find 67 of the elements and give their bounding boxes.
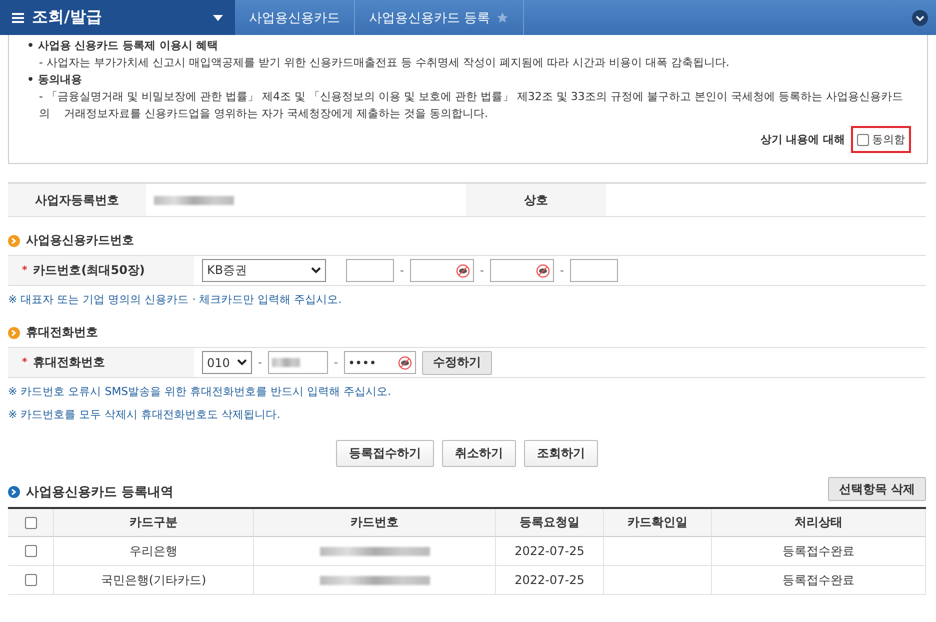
delete-selected-button[interactable]: 선택항목 삭제 bbox=[828, 477, 926, 501]
card-number-field[interactable] bbox=[570, 259, 618, 282]
column-header: 카드확인일 bbox=[604, 509, 712, 537]
card-number-field[interactable] bbox=[490, 259, 554, 282]
phone-prefix-select[interactable]: 010 bbox=[202, 351, 252, 374]
separator: - bbox=[560, 264, 564, 277]
breadcrumb-link[interactable]: 사업용신용카드 등록 bbox=[355, 0, 524, 35]
separator: - bbox=[480, 264, 484, 277]
phone-middle-field[interactable] bbox=[268, 351, 328, 374]
form-label: 카드번호(최대50장) bbox=[33, 262, 145, 279]
table-cell: 2022-07-25 bbox=[496, 566, 604, 595]
hidden-eye-icon[interactable] bbox=[398, 356, 412, 370]
card-company-select[interactable]: KB증권 bbox=[202, 259, 326, 282]
menu-icon[interactable] bbox=[12, 12, 24, 22]
select-all-checkbox[interactable] bbox=[24, 516, 36, 528]
row-checkbox[interactable] bbox=[24, 545, 36, 557]
agree-checkbox[interactable]: 동의함 bbox=[851, 126, 911, 153]
table-cell: 등록접수완료 bbox=[712, 537, 926, 566]
agree-prompt: 상기 내용에 대해 bbox=[760, 132, 845, 148]
notice-text: - 「금융실명거래 및 비밀보장에 관한 법률」 제4조 및 「신용정보의 이용 및 보호에 관한 법률」 제32조 및 33조의 규정에 불구하고 본인이 국세청에 등록하는 사업용신용카드의 거래정보자료를 신용카드업을 영위하는 자가 국세청장에게 제출하는 것을 동의합니다. bbox=[38, 89, 904, 122]
required-mark: * bbox=[22, 357, 28, 368]
action-button[interactable]: 조회하기 bbox=[524, 440, 598, 467]
section-bullet-icon bbox=[8, 326, 20, 338]
card-number-field[interactable] bbox=[410, 259, 474, 282]
help-note: ※ 카드번호 오류시 SMS발송을 위한 휴대전화번호를 반드시 입력해 주십시오. bbox=[8, 384, 392, 400]
column-header: 카드번호 bbox=[254, 509, 496, 537]
phone-last-field[interactable]: •••• bbox=[344, 351, 416, 374]
dropdown-caret-icon[interactable] bbox=[213, 14, 223, 20]
breadcrumb-link[interactable]: 사업용신용카드 bbox=[235, 0, 355, 35]
required-mark: * bbox=[22, 265, 28, 276]
caret-icon bbox=[237, 359, 247, 366]
help-note: ※ 카드번호를 모두 삭제시 휴대전화번호도 삭제됩니다. bbox=[8, 407, 282, 423]
table-cell: 등록접수완료 bbox=[712, 566, 926, 595]
help-note: ※ 대표자 또는 기업 명의의 신용카드 · 체크카드만 입력해 주십시오. bbox=[8, 292, 343, 308]
row-checkbox[interactable] bbox=[24, 574, 36, 586]
column-header: 처리상태 bbox=[712, 509, 926, 537]
favorite-star-icon[interactable] bbox=[496, 11, 510, 24]
action-button[interactable]: 등록접수하기 bbox=[336, 440, 434, 467]
section-bullet-icon bbox=[8, 234, 20, 246]
hidden-eye-icon[interactable] bbox=[536, 264, 550, 278]
separator: - bbox=[334, 356, 338, 369]
card-number-field[interactable] bbox=[346, 259, 394, 282]
table-cell: 우리은행 bbox=[54, 537, 254, 566]
edit-button[interactable]: 수정하기 bbox=[422, 350, 492, 374]
section-title: 사업용신용카드번호 bbox=[26, 232, 134, 249]
form-label: 휴대전화번호 bbox=[33, 354, 106, 371]
column-header: 카드구분 bbox=[54, 509, 254, 537]
table-cell: 2022-07-25 bbox=[496, 537, 604, 566]
menu-block[interactable]: 조회/발급 bbox=[0, 0, 235, 35]
section-title: 사업용신용카드 등록내역 bbox=[26, 484, 174, 501]
column-header: 등록요청일 bbox=[496, 509, 604, 537]
action-button[interactable]: 취소하기 bbox=[442, 440, 516, 467]
caret-icon bbox=[311, 267, 321, 274]
notice-heading: • 사업용 신용카드 등록제 이용시 혜택 bbox=[27, 38, 220, 54]
menu-title: 조회/발급 bbox=[32, 7, 103, 28]
field-label: 상호 bbox=[466, 184, 606, 216]
hidden-eye-icon[interactable] bbox=[456, 264, 470, 278]
redacted-text bbox=[272, 358, 300, 367]
field-label: 사업자등록번호 bbox=[8, 184, 146, 216]
separator: - bbox=[258, 356, 262, 369]
section-bullet-icon bbox=[8, 486, 20, 498]
section-title: 휴대전화번호 bbox=[26, 324, 98, 341]
notice-text: - 사업자는 부가가치세 신고시 매입액공제를 받기 위한 신용카드매출전표 등 수취명세 작성이 폐지됨에 따라 시간과 비용이 대폭 감축됩니다. bbox=[38, 55, 730, 71]
table-cell: 국민은행(기타카드) bbox=[54, 566, 254, 595]
collapse-chevron-icon[interactable] bbox=[912, 10, 928, 26]
notice-heading: • 동의내용 bbox=[27, 72, 83, 88]
separator: - bbox=[400, 264, 404, 277]
